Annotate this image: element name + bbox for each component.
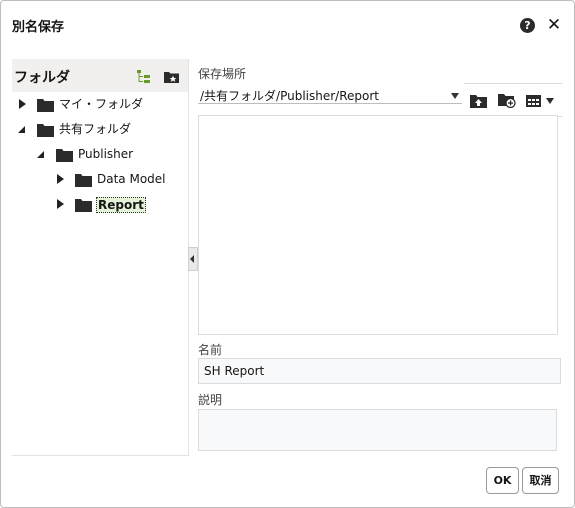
folder-up-icon[interactable] [470,93,487,112]
description-textarea[interactable] [198,409,557,451]
tree-item-my-folders[interactable]: マイ・フォルダ [12,93,188,115]
description-label: 説明 [198,393,223,407]
favorite-folder-icon[interactable] [163,69,180,88]
folder-icon [75,197,92,212]
tree-item-label: マイ・フォルダ [59,97,144,111]
folder-icon [56,147,73,162]
folder-icon [75,172,92,187]
collapse-arrow-icon[interactable] [17,118,27,140]
panel-splitter-handle[interactable] [188,247,198,271]
folder-panel-title: フォルダ [14,70,70,86]
folder-icon [37,122,54,137]
help-icon[interactable]: ? [520,18,535,33]
location-label: 保存場所 [198,67,247,81]
tree-item-data-model[interactable]: Data Model [12,168,188,190]
folder-contents-pane[interactable] [198,115,558,335]
expand-tree-icon[interactable] [136,69,151,88]
tree-item-shared-folders[interactable]: 共有フォルダ [12,118,188,140]
tree-item-publisher[interactable]: Publisher [12,143,188,165]
ok-button[interactable]: OK [486,467,519,494]
view-options-icon[interactable] [526,93,556,112]
collapse-arrow-icon[interactable] [36,143,46,165]
tree-item-label: 共有フォルダ [59,122,132,136]
location-select[interactable]: /共有フォルダ/Publisher/Report [198,89,462,104]
folder-panel: フォルダ マイ・フォルダ 共有フォルダ Publisher Data Model… [12,59,189,456]
close-icon[interactable]: ✕ [546,15,562,35]
new-folder-icon[interactable] [498,93,516,112]
folder-icon [37,97,54,112]
save-as-dialog: 別名保存 ? ✕ フォルダ マイ・フォルダ 共有フォルダ Publisher D… [0,0,575,508]
chevron-down-icon [451,93,459,99]
tree-item-label: Publisher [78,147,134,161]
location-path: /共有フォルダ/Publisher/Report [200,89,379,103]
cancel-button[interactable]: 取消 [522,467,559,494]
expand-arrow-icon[interactable] [55,168,65,190]
folder-panel-header: フォルダ [12,59,188,92]
tree-item-label: Data Model [97,172,166,186]
name-label: 名前 [198,343,223,357]
expand-arrow-icon[interactable] [55,193,65,215]
tree-item-label-selected: Report [96,197,146,213]
location-toolbar [464,83,562,117]
expand-arrow-icon[interactable] [17,93,27,115]
tree-item-report[interactable]: Report [12,193,188,215]
dialog-title: 別名保存 [12,20,65,35]
name-input[interactable] [198,358,561,384]
